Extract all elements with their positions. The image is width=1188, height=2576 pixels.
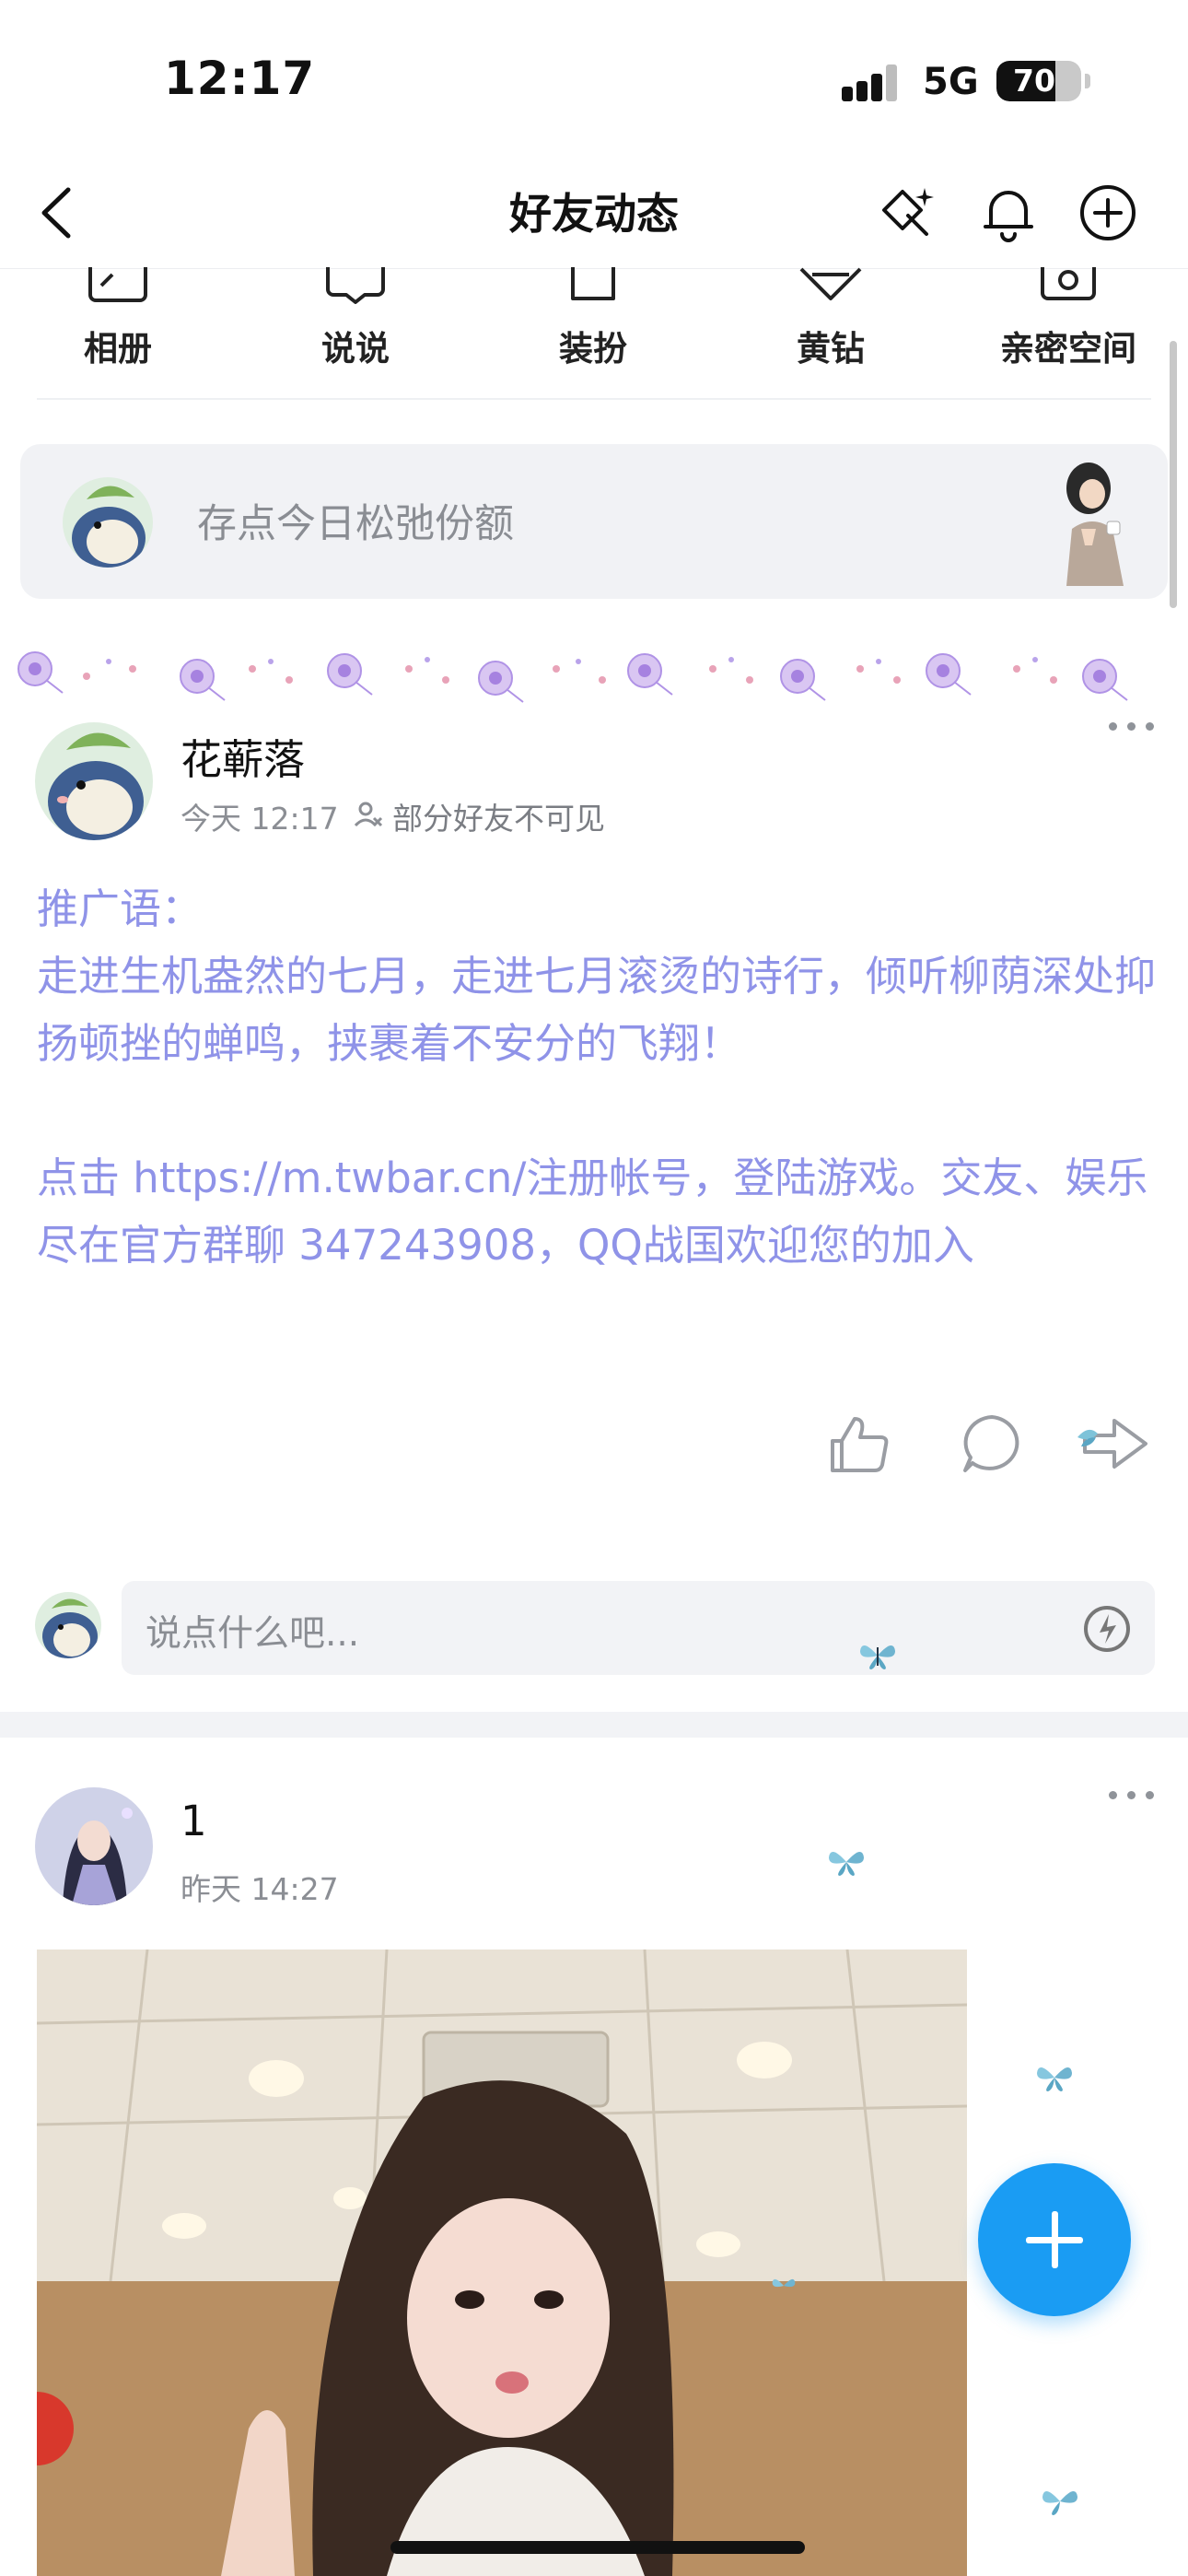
couple-space-icon [1037, 262, 1100, 304]
nav-bar: 好友动态 [0, 157, 1188, 269]
quick-item-dressup[interactable]: 装扮 [501, 262, 685, 398]
comment-input[interactable]: 说点什么吧... [122, 1581, 1155, 1675]
status-time: 12:17 [164, 52, 316, 105]
mood-input[interactable]: 存点今日松弛份额 [197, 492, 514, 549]
butterfly-decoration-icon [856, 1638, 899, 1673]
like-icon[interactable] [825, 1410, 893, 1478]
network-type: 5G [923, 61, 979, 103]
emoji-icon[interactable] [1081, 1603, 1133, 1655]
section-divider [0, 1712, 1188, 1738]
status-bar: 12:17 5G 70 [0, 0, 1188, 157]
comment-placeholder: 说点什么吧... [146, 1613, 360, 1655]
quick-menu: 相册 说说 装扮 黄钻 亲密空间 [37, 262, 1151, 400]
butterfly-decoration-icon [1039, 2484, 1081, 2519]
share-icon[interactable] [1077, 1410, 1155, 1478]
battery-level: 70 [1013, 63, 1055, 99]
post-timestamp: 今天 12:17 [181, 801, 339, 837]
more-options-icon[interactable] [1109, 719, 1155, 733]
floating-add-button[interactable] [978, 2163, 1131, 2316]
shirt-icon [562, 262, 624, 304]
butterfly-decoration-icon [1033, 2060, 1076, 2095]
quick-item-album[interactable]: 相册 [26, 262, 210, 398]
post-author-name[interactable]: 1 [181, 1797, 207, 1845]
avatar[interactable] [35, 722, 153, 840]
post-author-name[interactable]: 花蕲落 [181, 726, 305, 786]
home-indicator[interactable] [390, 2541, 805, 2554]
quick-item-intimate-space[interactable]: 亲密空间 [976, 262, 1160, 398]
scrollbar[interactable] [1170, 341, 1177, 608]
privacy-icon [352, 798, 385, 831]
bell-icon[interactable] [974, 179, 1042, 247]
mood-bar[interactable]: 存点今日松弛份额 [20, 444, 1168, 599]
chat-bubble-icon [324, 262, 387, 304]
post-photo[interactable] [37, 1950, 967, 2576]
avatar[interactable] [63, 477, 153, 568]
girl-illustration-icon [1048, 457, 1140, 586]
post-content: 推广语： 走进生机盎然的七月，走进七月滚烫的诗行，倾听柳荫深处抑扬顿挫的蝉鸣，挟… [37, 884, 1157, 1270]
cellular-signal-icon [842, 64, 899, 101]
battery-icon: 70 [996, 61, 1090, 101]
comment-icon[interactable] [958, 1410, 1026, 1478]
butterfly-decoration-icon [825, 1844, 868, 1879]
avatar[interactable] [35, 1787, 153, 1905]
quick-item-yellow-diamond[interactable]: 黄钻 [739, 267, 923, 398]
post-timestamp: 昨天 14:27 [181, 1871, 339, 1907]
avatar [35, 1592, 101, 1658]
plus-circle-icon[interactable] [1074, 179, 1142, 247]
sparkle-diamond-icon[interactable] [875, 179, 943, 247]
diamond-icon [799, 267, 862, 304]
decorative-dandelion-border [13, 649, 1173, 704]
more-options-icon[interactable] [1109, 1787, 1155, 1802]
quick-item-shuoshuo[interactable]: 说说 [263, 262, 448, 398]
privacy-label: 部分好友不可见 [392, 801, 605, 837]
photo-album-icon [87, 262, 149, 304]
butterfly-decoration-icon [770, 2272, 798, 2300]
